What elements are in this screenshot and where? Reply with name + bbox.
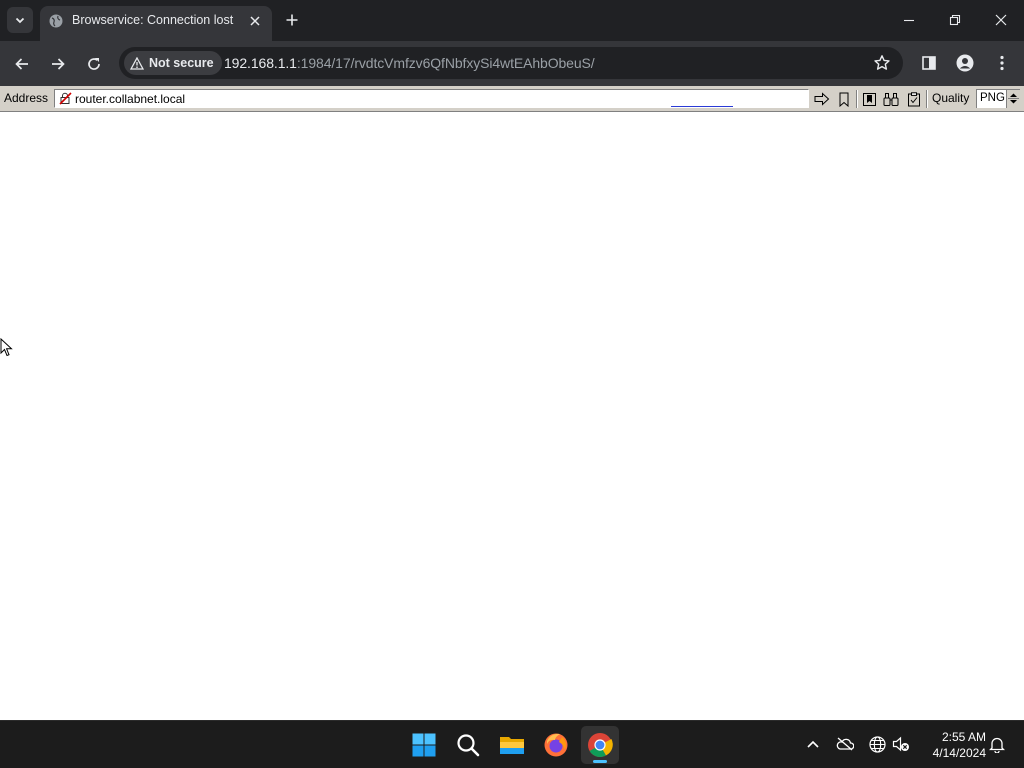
address-field[interactable]: router.collabnet.local (54, 89, 809, 108)
minimize-button[interactable] (896, 8, 922, 32)
menu-button[interactable] (991, 52, 1013, 74)
search-icon (457, 734, 480, 757)
bell-icon (989, 737, 1005, 753)
file-explorer-icon (500, 737, 524, 754)
profile-button[interactable] (954, 52, 976, 74)
active-app-indicator (593, 760, 607, 763)
quality-value: PNG (980, 92, 1005, 104)
warning-icon (130, 56, 144, 70)
browser-tab[interactable]: Browservice: Connection lost (40, 6, 272, 41)
new-tab-button[interactable] (282, 10, 302, 30)
browservice-toolbar: Address router.collabnet.local Quality P… (0, 86, 1024, 112)
title-bar: Browservice: Connection lost (0, 0, 1024, 41)
firefox-button[interactable] (537, 726, 575, 764)
cloud-offline-icon (836, 737, 854, 751)
address-label: Address (4, 91, 49, 105)
url-text[interactable]: 192.168.1.1:1984/17/rvdtcVmfzv6QfNbfxySi… (224, 55, 595, 71)
show-hidden-icons-button[interactable] (802, 733, 824, 755)
go-button[interactable] (813, 90, 831, 108)
quality-selector[interactable]: PNG (976, 89, 1020, 108)
more-vert-icon (1000, 55, 1004, 71)
restore-icon (949, 14, 961, 26)
tab-search-button[interactable] (7, 7, 33, 33)
clock-date: 4/14/2024 (932, 746, 986, 760)
bookmarks-list-icon (862, 92, 876, 106)
clipboard-icon (908, 91, 920, 106)
go-arrow-icon (814, 92, 830, 106)
tab-close-button[interactable] (246, 12, 264, 30)
chrome-button[interactable] (581, 726, 619, 764)
arrow-right-icon (52, 58, 65, 70)
mouse-cursor-icon (0, 338, 13, 357)
volume-muted-icon (892, 736, 909, 752)
network-button[interactable] (866, 733, 888, 755)
security-chip[interactable]: Not secure (124, 51, 222, 75)
bookmark-button[interactable] (835, 90, 853, 108)
security-label: Not secure (149, 56, 214, 70)
url-host: 192.168.1.1 (224, 55, 297, 71)
back-button[interactable] (10, 52, 34, 76)
url-path: :1984/17/rvdtcVmfzv6QfNbfxySi4wtEAhbObeu… (296, 55, 595, 71)
reload-icon (88, 58, 100, 70)
arrow-left-icon (15, 58, 28, 70)
minimize-icon (904, 19, 914, 22)
bookmark-star-icon[interactable] (873, 54, 891, 72)
taskbar: 2:55 AM 4/14/2024 (0, 720, 1024, 768)
quality-label: Quality (932, 91, 970, 105)
close-window-button[interactable] (988, 8, 1014, 32)
onedrive-button[interactable] (834, 733, 856, 755)
start-button[interactable] (405, 726, 443, 764)
clock[interactable]: 2:55 AM 4/14/2024 (920, 729, 986, 761)
toolbar-separator (926, 90, 928, 108)
quality-spinner[interactable] (1006, 90, 1020, 108)
omnibox[interactable]: Not secure 192.168.1.1:1984/17/rvdtcVmfz… (119, 47, 903, 79)
globe-icon (49, 14, 63, 28)
volume-button[interactable] (890, 733, 912, 755)
side-panel-button[interactable] (918, 52, 940, 74)
start-icon (412, 733, 436, 757)
profile-icon (956, 54, 974, 72)
bookmark-icon (839, 92, 849, 107)
globe-icon (868, 735, 886, 753)
chevron-down-icon (15, 17, 25, 24)
close-icon (250, 16, 260, 26)
close-icon (995, 14, 1007, 26)
address-value: router.collabnet.local (75, 92, 186, 106)
notifications-button[interactable] (986, 733, 1008, 755)
forward-button[interactable] (46, 52, 70, 76)
chevron-up-icon (807, 740, 819, 748)
clipboard-button[interactable] (905, 90, 923, 108)
restore-button[interactable] (942, 8, 968, 32)
spinner-arrows-icon (1008, 93, 1019, 104)
browser-toolbar: Not secure 192.168.1.1:1984/17/rvdtcVmfz… (0, 41, 1024, 86)
firefox-icon (544, 733, 568, 757)
reload-button[interactable] (82, 52, 106, 76)
binoculars-icon (883, 92, 899, 106)
chrome-icon (588, 733, 613, 758)
tab-title: Browservice: Connection lost (72, 13, 234, 27)
toolbar-separator (856, 90, 858, 108)
bookmarks-page-button[interactable] (860, 90, 878, 108)
side-panel-icon (922, 56, 936, 70)
clock-time: 2:55 AM (941, 730, 986, 744)
page-content[interactable] (0, 113, 1024, 720)
file-explorer-button[interactable] (493, 726, 531, 764)
plus-icon (286, 14, 298, 26)
search-button[interactable] (449, 726, 487, 764)
find-button[interactable] (882, 90, 900, 108)
address-underline (671, 106, 733, 107)
insecure-icon (59, 92, 72, 105)
